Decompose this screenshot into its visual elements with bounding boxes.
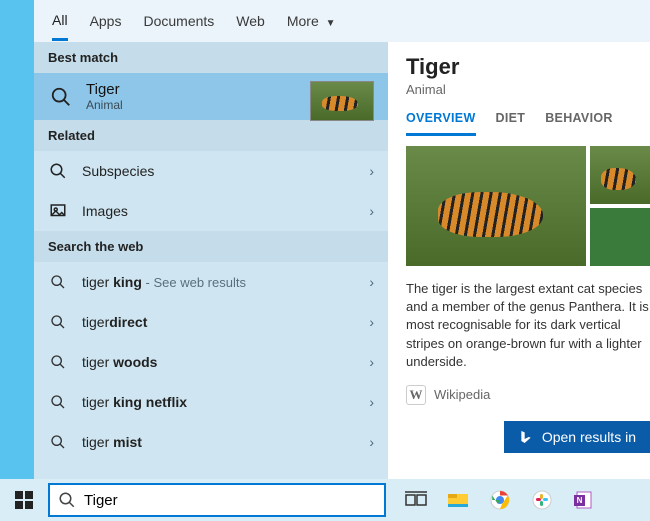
tab-more-label: More (287, 13, 319, 29)
web-result-label: tiger mist (82, 434, 142, 450)
web-result-label: tiger king - See web results (82, 274, 246, 290)
tab-all[interactable]: All (52, 2, 68, 41)
chevron-right-icon: › (369, 394, 374, 410)
search-icon (48, 161, 68, 181)
section-search-web: Search the web (34, 231, 388, 262)
chrome-icon[interactable] (488, 488, 512, 512)
chevron-down-icon: ▼ (326, 18, 336, 29)
web-result[interactable]: tigerdirect › (34, 302, 388, 342)
search-icon (48, 84, 74, 110)
source-wikipedia[interactable]: W Wikipedia (406, 385, 650, 405)
open-results-label: Open results in (542, 429, 636, 445)
chevron-right-icon: › (369, 203, 374, 219)
detail-tabs: OVERVIEW DIET BEHAVIOR (406, 111, 650, 136)
file-explorer-icon[interactable] (446, 488, 470, 512)
search-icon (48, 352, 68, 372)
tab-web[interactable]: Web (236, 3, 265, 39)
section-best-match: Best match (34, 42, 388, 73)
tab-documents[interactable]: Documents (143, 3, 214, 39)
taskbar-apps: N (404, 488, 596, 512)
image-gallery (406, 146, 650, 266)
detail-tab-diet[interactable]: DIET (496, 111, 526, 136)
onenote-icon[interactable]: N (572, 488, 596, 512)
web-result-label: tiger king netflix (82, 394, 187, 410)
gallery-image-main[interactable] (406, 146, 586, 266)
search-icon (48, 432, 68, 452)
web-result-label: tiger woods (82, 354, 157, 370)
search-input[interactable] (84, 492, 376, 509)
search-icon (48, 312, 68, 332)
chevron-right-icon: › (369, 434, 374, 450)
slack-icon[interactable] (530, 488, 554, 512)
best-match-result[interactable]: Tiger Animal (34, 73, 388, 120)
image-icon (48, 201, 68, 221)
task-view-icon[interactable] (404, 488, 428, 512)
chevron-right-icon: › (369, 354, 374, 370)
chevron-right-icon: › (369, 314, 374, 330)
windows-icon (15, 491, 33, 509)
chevron-right-icon: › (369, 274, 374, 290)
chevron-right-icon: › (369, 163, 374, 179)
related-item[interactable]: Images › (34, 191, 388, 231)
source-label: Wikipedia (434, 387, 490, 402)
results-list: Best match Tiger Animal Related Subspeci… (34, 42, 388, 479)
search-box[interactable] (48, 483, 386, 517)
search-icon (58, 491, 76, 509)
best-match-thumbnail (310, 81, 374, 121)
web-result[interactable]: tiger king - See web results › (34, 262, 388, 302)
related-label: Subspecies (82, 163, 154, 179)
detail-title: Tiger (406, 54, 650, 80)
section-related: Related (34, 120, 388, 151)
detail-pane: Tiger Animal OVERVIEW DIET BEHAVIOR The … (388, 42, 650, 479)
search-icon (48, 272, 68, 292)
wikipedia-icon: W (406, 385, 426, 405)
search-panel: All Apps Documents Web More ▼ Best match… (34, 0, 650, 479)
tab-apps[interactable]: Apps (90, 3, 122, 39)
detail-description: The tiger is the largest extant cat spec… (406, 280, 650, 371)
bing-icon (518, 429, 534, 445)
filter-tabs: All Apps Documents Web More ▼ (34, 0, 650, 42)
detail-subtitle: Animal (406, 82, 650, 97)
gallery-image-small-2[interactable] (590, 208, 650, 266)
web-result-label: tigerdirect (82, 314, 147, 330)
related-label: Images (82, 203, 128, 219)
search-icon (48, 392, 68, 412)
start-button[interactable] (0, 479, 48, 521)
detail-tab-behavior[interactable]: BEHAVIOR (545, 111, 612, 136)
accent-strip (0, 0, 34, 521)
open-results-button[interactable]: Open results in (504, 421, 650, 453)
web-result[interactable]: tiger mist › (34, 422, 388, 462)
gallery-image-small-1[interactable] (590, 146, 650, 204)
related-item[interactable]: Subspecies › (34, 151, 388, 191)
detail-tab-overview[interactable]: OVERVIEW (406, 111, 476, 136)
web-result[interactable]: tiger woods › (34, 342, 388, 382)
best-match-title: Tiger (86, 81, 123, 98)
web-result[interactable]: tiger king netflix › (34, 382, 388, 422)
taskbar: N (0, 479, 650, 521)
tab-more[interactable]: More ▼ (287, 3, 336, 39)
svg-text:N: N (577, 496, 583, 505)
best-match-subtitle: Animal (86, 98, 123, 112)
